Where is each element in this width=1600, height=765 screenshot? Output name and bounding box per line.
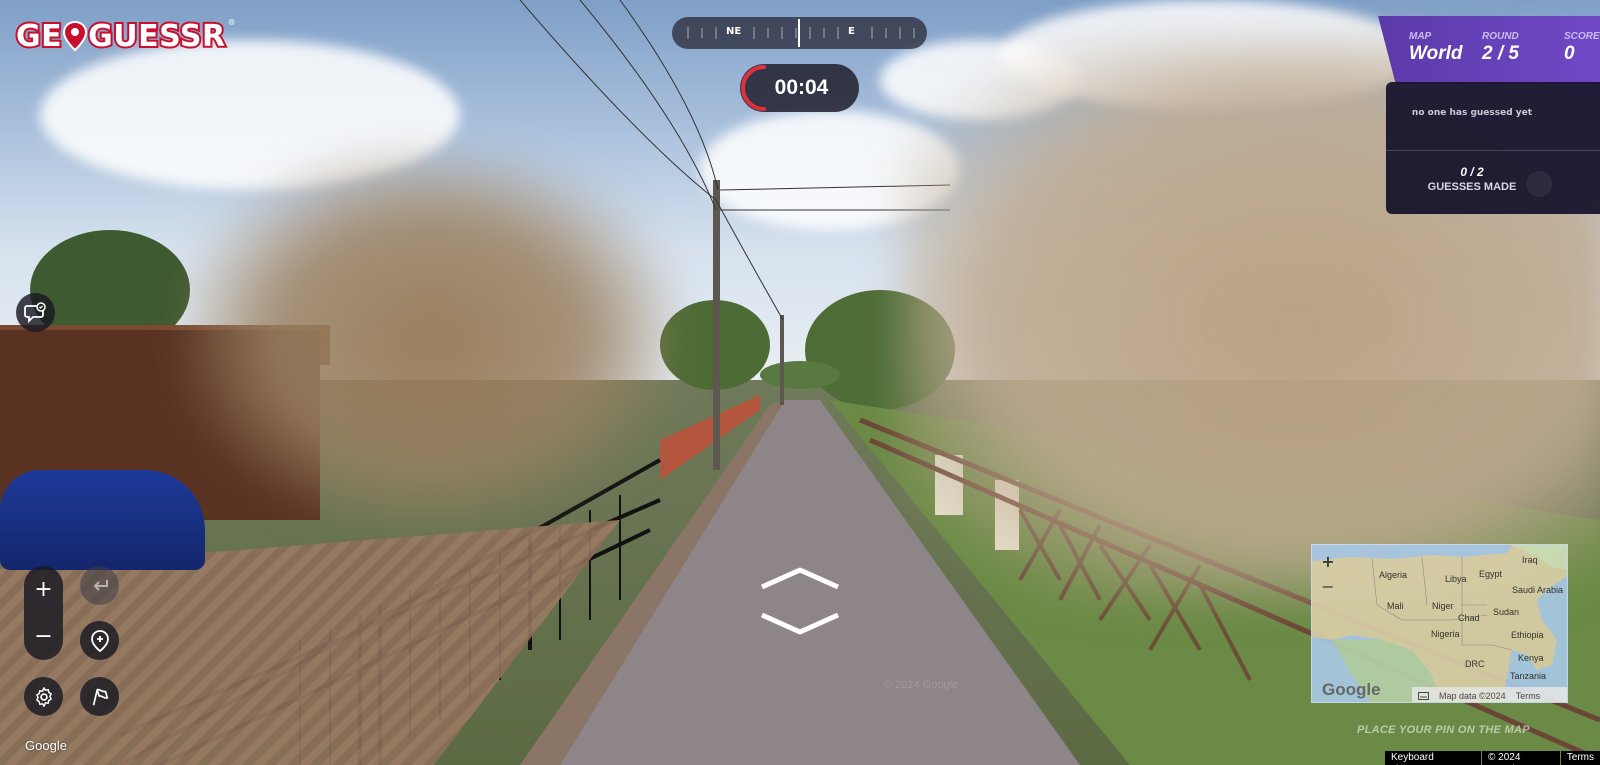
divider [1386, 150, 1600, 151]
map-label-niger: Niger [1432, 601, 1454, 611]
map-value: World [1409, 43, 1463, 64]
backward-arrow-icon [760, 613, 840, 635]
map-label-egypt: Egypt [1479, 569, 1503, 579]
map-label-saudi-arabia: Saudi Arabia [1512, 585, 1564, 595]
map-terms-link[interactable]: Terms [1516, 691, 1541, 701]
map-label: MAP [1409, 31, 1432, 42]
timer-progress-arc [741, 65, 766, 111]
zoom-out-button[interactable]: − [24, 613, 63, 660]
map-label-libya: Libya [1445, 574, 1467, 584]
settings-icon [35, 686, 52, 707]
map-label-drc: DRC [1465, 659, 1485, 669]
street-view-watermark: © 2024 Google [884, 679, 959, 691]
google-footer-bar: Keyboard shortcuts © 2024 Google Terms [1384, 751, 1600, 765]
map-label-kenya: Kenya [1518, 653, 1544, 663]
place-pin-hint: PLACE YOUR PIN ON THE MAP [1357, 724, 1530, 736]
no-guesses-text: no one has guessed yet [1411, 108, 1533, 118]
map-label-chad: Chad [1458, 613, 1480, 623]
move-backward-arrow[interactable] [760, 613, 840, 635]
keyboard-shortcuts-link[interactable]: Keyboard shortcuts [1385, 751, 1482, 765]
google-attribution[interactable]: Google [25, 738, 67, 753]
undo-icon [93, 579, 108, 591]
move-forward-arrow[interactable] [760, 567, 840, 589]
guess-minimap[interactable]: Iraq Algeria Libya Egypt Saudi Arabia Ma… [1311, 544, 1568, 703]
privacy-blur [180, 150, 680, 530]
logo-registered-mark: ® [227, 17, 236, 27]
zoom-controls: + − [24, 566, 63, 660]
round-timer: 00:04 [740, 64, 859, 112]
score-value: 0 [1564, 43, 1575, 64]
parked-car [0, 470, 205, 570]
logo-text-left: GE [14, 17, 64, 56]
undo-button[interactable] [80, 566, 119, 605]
compass-label-ne: NE [726, 26, 742, 37]
guess-indicator [1526, 171, 1552, 197]
game-status-bar: MAP World ROUND 2 / 5 SCORE 0 [1378, 16, 1600, 84]
flag-icon [92, 688, 108, 705]
terms-link[interactable]: Terms [1560, 751, 1600, 765]
settings-button[interactable] [24, 677, 63, 716]
chat-button[interactable] [16, 293, 55, 332]
compass-ticks [687, 19, 915, 47]
compass[interactable]: NE E [672, 17, 927, 49]
copyright-text: © 2024 Google [1482, 751, 1560, 765]
map-label-nigeria: Nigeria [1431, 629, 1460, 639]
geoguessr-logo[interactable]: GE GUESSR ® [14, 17, 236, 56]
forward-arrow-icon [760, 567, 840, 589]
chat-icon [23, 301, 46, 323]
map-label-algeria: Algeria [1379, 570, 1408, 580]
round-value: 2 / 5 [1482, 43, 1519, 64]
keyboard-icon[interactable] [1418, 691, 1429, 700]
map-label-sudan: Sudan [1493, 607, 1520, 617]
map-label-ethiopia: Ethiopia [1511, 630, 1544, 640]
map-stat: MAP World [1409, 31, 1462, 65]
report-flag-button[interactable] [80, 677, 119, 716]
score-label: SCORE [1564, 31, 1600, 42]
zoom-in-button[interactable]: + [24, 566, 63, 613]
map-label-tanzania: Tanzania [1510, 671, 1547, 681]
logo-text-right: GUESSR [86, 17, 227, 56]
map-label-mali: Mali [1387, 601, 1404, 611]
map-label-iraq: Iraq [1522, 555, 1538, 565]
map-zoom-in-button[interactable]: + [1318, 551, 1338, 571]
logo-pin-icon [63, 20, 88, 52]
add-pin-icon [90, 629, 109, 652]
round-label: ROUND [1482, 31, 1519, 42]
map-data-text: Map data ©2024 [1439, 690, 1506, 701]
set-checkpoint-button[interactable] [80, 621, 119, 660]
round-stat: ROUND 2 / 5 [1482, 31, 1519, 65]
guesses-panel: no one has guessed yet 0 / 2 GUESSES MAD… [1386, 82, 1600, 214]
map-google-logo: Google [1322, 680, 1381, 699]
score-stat: SCORE 0 [1564, 31, 1600, 65]
map-zoom-out-button[interactable]: − [1318, 576, 1338, 596]
compass-label-e: E [848, 26, 855, 37]
map-footer: Map data ©2024 Terms [1412, 687, 1567, 702]
